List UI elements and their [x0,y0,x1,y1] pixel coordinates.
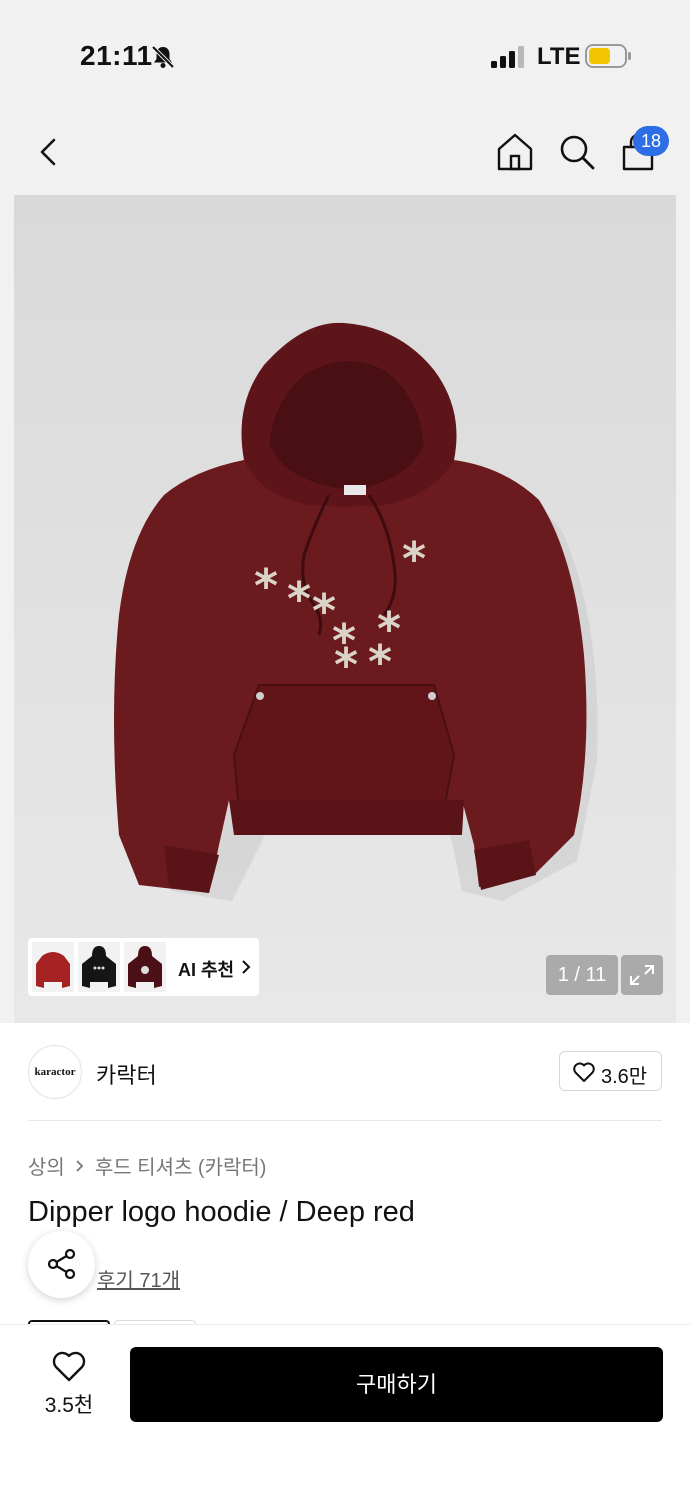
search-icon[interactable] [555,130,599,174]
wishlist-count: 3.5천 [44,1394,94,1417]
status-bar: 21:11 LTE [0,0,690,110]
heart-icon [573,1062,595,1082]
svg-text:*: * [334,638,358,692]
signal-icon [491,46,524,68]
thumbnail-black-hoodie[interactable] [78,942,120,992]
status-time: 21:11 [80,40,153,71]
product-title: Dipper logo hoodie / Deep red [28,1196,415,1228]
svg-text:*: * [254,559,278,613]
svg-text:*: * [287,572,311,626]
brand-like-count: 3.6만 [601,1066,648,1088]
top-nav [0,110,690,195]
ai-recommend-label: AI 추천 [178,960,235,980]
breadcrumb-item-subcategory[interactable]: 후드 티셔츠 (카락터) [95,1151,267,1180]
cart-count-badge: 18 [633,126,669,156]
brand-like-button[interactable]: 3.6만 [559,1051,662,1091]
bottom-action-bar: 3.5천 구매하기 [0,1324,690,1500]
chevron-right-icon [76,1159,84,1172]
thumbnail-red-hoodie[interactable] [32,942,74,992]
share-button[interactable] [28,1231,95,1298]
svg-text:*: * [402,532,426,586]
image-page-indicator: 1 / 11 [546,955,618,995]
thumbnail-deep-red-hoodie[interactable] [124,942,166,992]
svg-text:*: * [368,635,392,689]
expand-icon[interactable] [621,955,663,995]
home-icon[interactable] [493,130,537,174]
wishlist-button[interactable]: 3.5천 [28,1349,110,1419]
brand-logo[interactable]: karactor [28,1045,82,1099]
network-label: LTE [537,43,581,70]
back-icon[interactable] [30,132,70,172]
product-image[interactable]: * * * * * * * * [14,195,676,1023]
heart-icon [52,1351,86,1382]
buy-button[interactable]: 구매하기 [130,1347,663,1422]
chevron-right-icon [242,960,251,974]
bell-off-icon [151,45,175,69]
review-link[interactable]: 후기 71개 [97,1264,180,1293]
breadcrumb-item-category[interactable]: 상의 [28,1151,65,1180]
brand-name[interactable]: 카락터 [96,1058,157,1090]
divider [28,1120,662,1121]
hoodie-illustration: * * * * * * * * [114,322,598,901]
ai-recommend-bar[interactable]: AI 추천 [28,938,259,996]
battery-icon [585,44,631,68]
share-icon [47,1248,76,1280]
breadcrumb: 상의 후드 티셔츠 (카락터) [28,1151,266,1180]
